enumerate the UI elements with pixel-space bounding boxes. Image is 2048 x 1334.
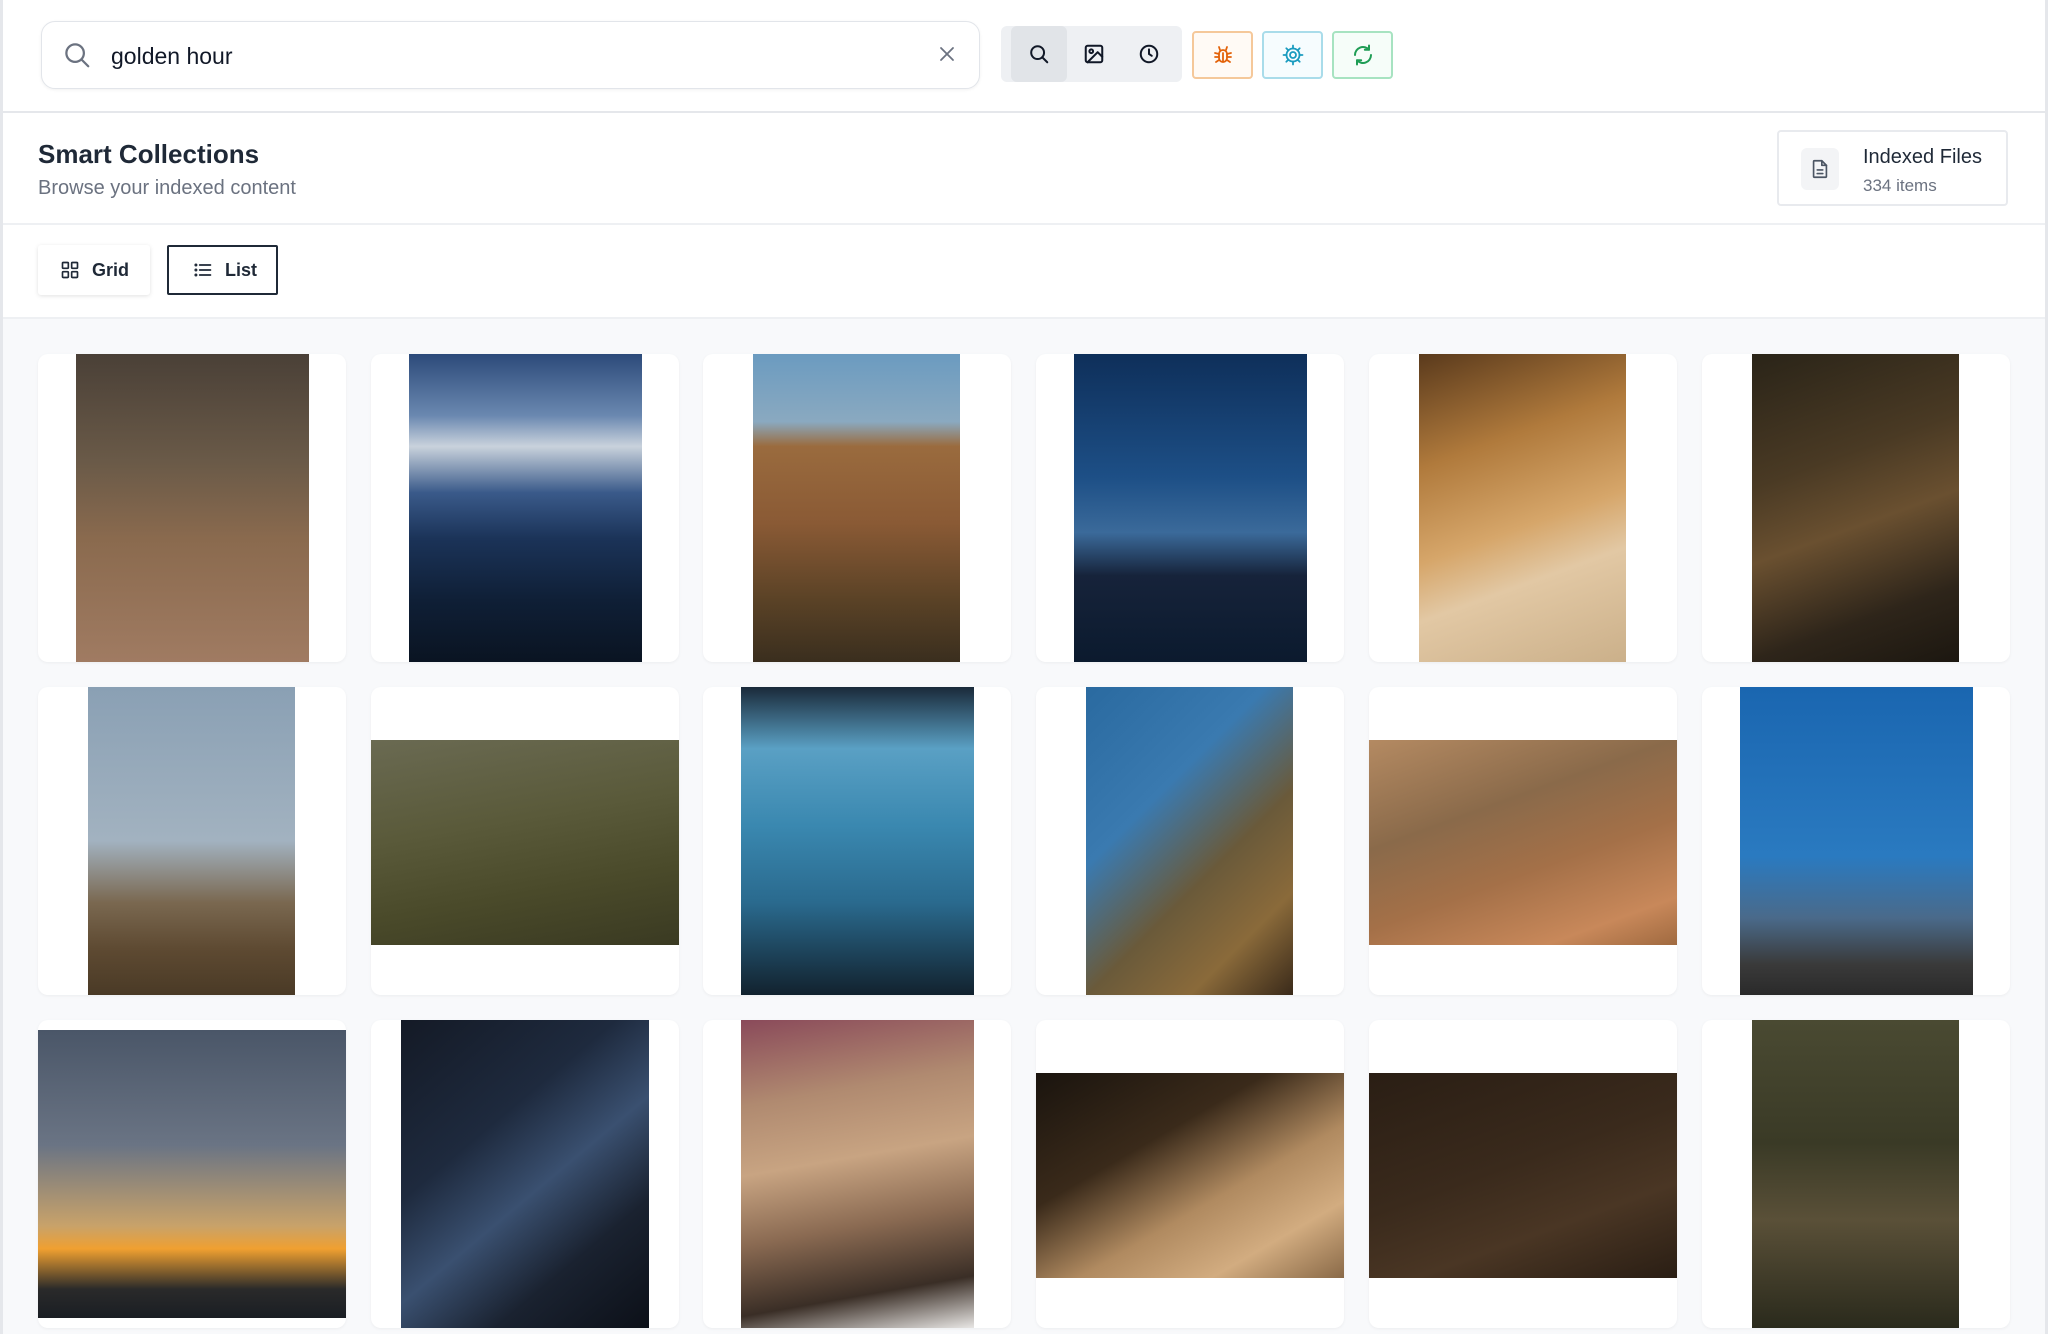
image-card[interactable] [1036, 1020, 1344, 1328]
indexed-files-card[interactable]: Indexed Files 334 items [1777, 130, 2008, 206]
refresh-icon [1353, 44, 1372, 66]
image-thumbnail [76, 354, 309, 662]
image-card[interactable] [703, 1020, 1011, 1328]
image-thumbnail [1086, 687, 1293, 995]
image-thumbnail [1752, 1020, 1959, 1328]
image-thumbnail [88, 687, 295, 995]
image-card[interactable] [38, 354, 346, 662]
top-bar [3, 0, 2045, 113]
grid-icon [61, 261, 79, 279]
image-thumbnail [1074, 354, 1307, 662]
page-subtitle: Browse your indexed content [38, 177, 296, 199]
search-icon [65, 43, 90, 68]
image-thumbnail [741, 1020, 974, 1328]
image-thumbnail [1369, 740, 1677, 945]
image-thumbnail [741, 687, 974, 995]
image-thumbnail [38, 1030, 346, 1318]
image-card[interactable] [371, 1020, 679, 1328]
clock-icon [1139, 44, 1159, 64]
view-toggle-bar: Grid List [3, 225, 2045, 319]
image-thumbnail [1740, 687, 1973, 995]
image-thumbnail [1752, 354, 1959, 662]
search-input[interactable] [109, 32, 913, 80]
clear-search-icon[interactable] [935, 42, 959, 66]
text-search-button[interactable] [1011, 26, 1067, 82]
history-button[interactable] [1121, 26, 1177, 82]
image-thumbnail [1369, 1073, 1677, 1278]
list-icon [194, 263, 212, 277]
image-card[interactable] [703, 687, 1011, 995]
image-card[interactable] [371, 354, 679, 662]
image-card[interactable] [1369, 354, 1677, 662]
image-thumbnail [1036, 1073, 1344, 1278]
search-box[interactable] [41, 21, 980, 89]
image-card[interactable] [1702, 687, 2010, 995]
image-card[interactable] [1369, 687, 1677, 995]
grid-view-label: Grid [92, 259, 130, 280]
image-card[interactable] [1036, 687, 1344, 995]
bug-icon [1213, 46, 1232, 63]
refresh-button[interactable] [1332, 31, 1393, 79]
image-card[interactable] [1036, 354, 1344, 662]
image-card[interactable] [371, 687, 679, 995]
page-header: Smart Collections Browse your indexed co… [3, 113, 2045, 225]
settings-button[interactable] [1262, 31, 1323, 79]
image-gallery [3, 319, 2045, 1334]
indexed-files-count: 334 items [1863, 176, 1937, 195]
image-thumbnail [1419, 354, 1626, 662]
image-card[interactable] [1369, 1020, 1677, 1328]
image-thumbnail [371, 740, 679, 945]
image-card[interactable] [38, 1020, 346, 1328]
image-search-button[interactable] [1066, 26, 1122, 82]
image-card[interactable] [38, 687, 346, 995]
image-thumbnail [401, 1020, 649, 1328]
image-thumbnail [753, 354, 960, 662]
document-icon [1812, 159, 1828, 179]
gear-icon [1282, 44, 1303, 66]
debug-button[interactable] [1192, 31, 1253, 79]
file-icon-box [1801, 148, 1839, 190]
list-view-label: List [225, 259, 258, 280]
image-card[interactable] [1702, 354, 2010, 662]
image-card[interactable] [703, 354, 1011, 662]
image-card[interactable] [1702, 1020, 2010, 1328]
search-mode-group [1001, 26, 1182, 82]
indexed-files-label: Indexed Files [1863, 146, 1982, 168]
list-view-button[interactable]: List [167, 245, 278, 295]
page-title: Smart Collections [38, 139, 260, 169]
image-icon [1084, 44, 1104, 64]
search-icon [1030, 45, 1049, 64]
image-thumbnail [409, 354, 642, 662]
grid-view-button[interactable]: Grid [38, 245, 150, 295]
